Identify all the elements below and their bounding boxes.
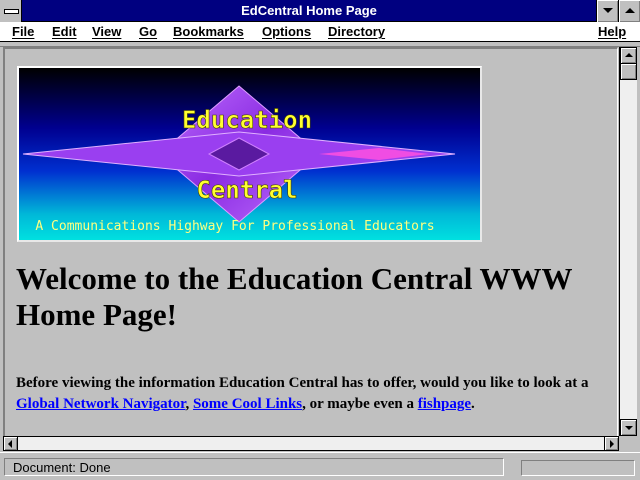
- status-bar: Document: Done: [0, 452, 640, 480]
- arrow-right-icon: [610, 440, 614, 448]
- vertical-scrollbar[interactable]: [619, 47, 637, 436]
- title-bar[interactable]: EdCentral Home Page: [0, 0, 640, 22]
- separator-text: , or maybe even a: [302, 396, 418, 412]
- period-text: .: [471, 396, 475, 412]
- scroll-left-button[interactable]: [3, 436, 18, 451]
- minimize-icon: [603, 8, 613, 13]
- banner-title-line1: Education: [182, 106, 312, 134]
- menu-view[interactable]: View: [92, 23, 121, 41]
- minimize-button[interactable]: [596, 0, 618, 22]
- separator-text: ,: [185, 396, 193, 412]
- vertical-scroll-thumb[interactable]: [620, 63, 637, 80]
- arrow-down-icon: [625, 426, 633, 430]
- maximize-button[interactable]: [618, 0, 640, 22]
- menu-bar: File Edit View Go Bookmarks Options Dire…: [0, 22, 640, 42]
- scroll-right-button[interactable]: [604, 436, 619, 451]
- banner-title-line2: Central: [196, 176, 297, 204]
- menu-bookmarks[interactable]: Bookmarks: [173, 23, 244, 41]
- arrow-left-icon: [8, 440, 12, 448]
- intro-paragraph: Before viewing the information Education…: [16, 373, 616, 415]
- menu-edit[interactable]: Edit: [52, 23, 77, 41]
- maximize-icon: [625, 8, 635, 13]
- status-text: Document: Done: [4, 458, 504, 476]
- page-content: Education Central A Communications Highw…: [3, 47, 618, 436]
- scroll-down-button[interactable]: [620, 419, 637, 436]
- system-menu-button[interactable]: [0, 0, 22, 22]
- arrow-up-icon: [625, 53, 633, 57]
- menu-help[interactable]: Help: [598, 23, 626, 41]
- menu-directory[interactable]: Directory: [328, 23, 385, 41]
- link-fishpage[interactable]: fishpage: [418, 396, 471, 412]
- link-global-network-navigator[interactable]: Global Network Navigator: [16, 396, 185, 412]
- browser-window: EdCentral Home Page File Edit View Go Bo…: [0, 0, 640, 480]
- menu-options[interactable]: Options: [262, 23, 311, 41]
- progress-indicator: [521, 460, 635, 476]
- intro-text: Before viewing the information Education…: [16, 375, 589, 391]
- vertical-scroll-track[interactable]: [620, 47, 637, 436]
- scrollbar-corner: [619, 436, 637, 451]
- horizontal-scrollbar[interactable]: [3, 436, 619, 451]
- education-central-banner[interactable]: Education Central A Communications Highw…: [17, 66, 482, 242]
- window-title: EdCentral Home Page: [241, 3, 377, 18]
- scroll-up-button[interactable]: [620, 47, 637, 64]
- menu-file[interactable]: File: [12, 23, 34, 41]
- link-some-cool-links[interactable]: Some Cool Links: [193, 396, 302, 412]
- page-heading: Welcome to the Education Central WWW Hom…: [16, 261, 572, 332]
- banner-tagline: A Communications Highway For Professiona…: [35, 219, 434, 234]
- menu-go[interactable]: Go: [139, 23, 157, 41]
- banner-image: Education Central A Communications Highw…: [19, 68, 480, 240]
